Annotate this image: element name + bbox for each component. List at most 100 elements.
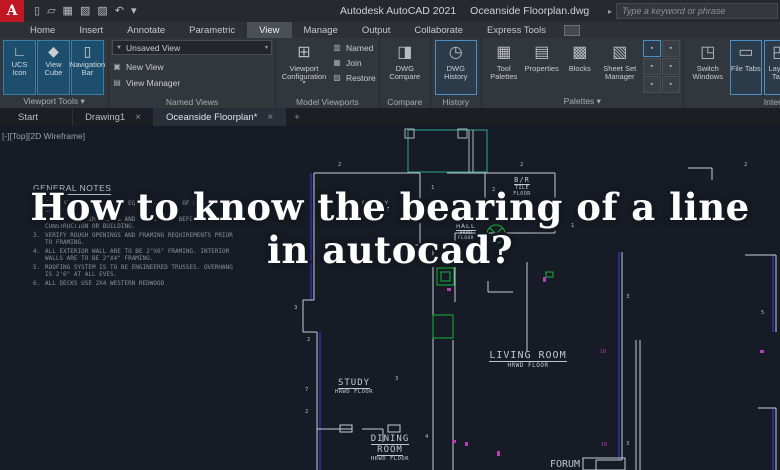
room-label-living-room: LIVING ROOM HRWD FLOOR: [486, 350, 570, 369]
tab-home[interactable]: Home: [18, 22, 67, 38]
save-icon[interactable]: ▦: [63, 0, 73, 22]
ucs-icon-label: UCS Icon: [4, 61, 35, 77]
tab-express-tools[interactable]: Express Tools: [475, 22, 558, 38]
view-manager-button[interactable]: ▤ View Manager: [112, 75, 272, 90]
blocks-button[interactable]: ▩ Blocks: [562, 40, 598, 95]
named-viewport-icon: ▥: [332, 43, 342, 52]
layout-tabs-button[interactable]: ◰ Layout Tabs: [764, 40, 780, 95]
view-cube-button[interactable]: ◆ View Cube: [37, 40, 70, 95]
ribbon-tab-bar: Home Insert Annotate Parametric View Man…: [0, 22, 780, 38]
panel-named-views: ▼ Unsaved View ▾ ▣ New View ▤ View Manag…: [109, 38, 276, 108]
dwg-history-button[interactable]: ◷ DWG History: [435, 40, 477, 95]
search-expand-icon[interactable]: ▸: [608, 7, 612, 16]
palette-mini-icon[interactable]: ▪: [643, 40, 661, 57]
panel-label-palettes[interactable]: Palettes ▾: [482, 96, 683, 107]
panel-label-compare: Compare: [380, 97, 430, 107]
tab-annotate[interactable]: Annotate: [115, 22, 177, 38]
dimension-text-magenta: 10: [600, 349, 606, 355]
search-input[interactable]: [616, 3, 778, 19]
panel-label-history: History: [431, 97, 481, 107]
viewport-controls[interactable]: [-][Top][2D Wireframe]: [2, 131, 85, 141]
room-label-study: STUDY HRWD FLOOR: [322, 378, 386, 395]
close-icon[interactable]: ×: [135, 112, 141, 123]
switch-windows-label: Switch Windows: [689, 65, 727, 81]
dwg-compare-label: DWG Compare: [385, 65, 425, 81]
app-title: Autodesk AutoCAD 2021: [340, 5, 456, 17]
palette-mini-icon[interactable]: ▪: [662, 58, 680, 75]
autocad-logo-icon[interactable]: A: [0, 0, 24, 22]
file-tab-drawing1[interactable]: Drawing1 ×: [73, 108, 154, 126]
redo-icon[interactable]: ↷: [34, 0, 37, 22]
document-title: Oceanside Floorplan.dwg: [470, 5, 589, 17]
open-file-icon[interactable]: ▱: [47, 0, 55, 22]
panel-viewport-tools: ∟ UCS Icon ◆ View Cube ▯ Navigation Bar …: [0, 38, 109, 108]
chevron-down-icon: ▾: [265, 44, 268, 51]
new-view-icon: ▣: [112, 62, 122, 71]
dwg-history-icon: ◷: [449, 41, 463, 65]
panel-compare: ◨ DWG Compare Compare: [380, 38, 431, 108]
customize-qat-icon[interactable]: ▾: [131, 0, 137, 22]
new-view-button[interactable]: ▣ New View: [112, 59, 272, 74]
navigation-bar-button[interactable]: ▯ Navigation Bar: [71, 40, 104, 95]
dwg-compare-icon: ◨: [397, 41, 412, 65]
palette-mini-icon[interactable]: ▪: [662, 40, 680, 57]
restore-viewport-button[interactable]: ▧ Restore: [332, 70, 376, 85]
ribbon: ∟ UCS Icon ◆ View Cube ▯ Navigation Bar …: [0, 38, 780, 108]
tab-insert[interactable]: Insert: [67, 22, 115, 38]
autocad-window: A ▯ ▱ ▦ ▧ ▨ ↶ ↷ ▾ Autodesk AutoCAD 2021 …: [0, 0, 780, 470]
switch-windows-button[interactable]: ◳ Switch Windows: [688, 40, 728, 95]
sheet-set-manager-button[interactable]: ▧ Sheet Set Manager: [600, 40, 640, 95]
file-tab-start[interactable]: Start: [0, 108, 73, 126]
file-tabs-label: File Tabs: [731, 65, 761, 73]
overlay-title-line1: How to know the bearing of a line: [0, 186, 780, 229]
overlay-title: How to know the bearing of a line in aut…: [0, 186, 780, 272]
dwg-history-label: DWG History: [436, 65, 476, 81]
drawing-canvas[interactable]: [-][Top][2D Wireframe] GENERAL NOTES 1.F…: [0, 126, 780, 470]
palette-mini-icon[interactable]: ▪: [643, 76, 661, 93]
tool-palettes-button[interactable]: ▦ Tool Palettes: [486, 40, 522, 95]
help-search: ▸: [608, 3, 778, 19]
tab-manage[interactable]: Manage: [292, 22, 350, 38]
close-icon[interactable]: ×: [267, 112, 273, 123]
named-viewport-button[interactable]: ▥ Named: [332, 40, 376, 55]
properties-button[interactable]: ▤ Properties: [524, 40, 560, 95]
palette-mini-icon[interactable]: ▪: [643, 58, 661, 75]
new-drawing-tab-button[interactable]: +: [286, 108, 308, 126]
undo-icon[interactable]: ↶: [115, 0, 124, 22]
panel-model-viewports: ⊞ Viewport Configuration ▾ ▥ Named ▦ Joi…: [276, 38, 380, 108]
join-viewport-button[interactable]: ▦ Join: [332, 55, 376, 70]
viewport-configuration-label: Viewport Configuration: [281, 65, 327, 81]
tab-collaborate[interactable]: Collaborate: [402, 22, 475, 38]
dwg-compare-button[interactable]: ◨ DWG Compare: [384, 40, 426, 95]
navigation-bar-icon: ▯: [84, 41, 92, 61]
room-label-dining-room: DINING ROOM HRWD FLOOR: [358, 434, 422, 462]
viewport-configuration-button[interactable]: ⊞ Viewport Configuration ▾: [280, 40, 328, 95]
tab-parametric[interactable]: Parametric: [177, 22, 247, 38]
join-viewport-label: Join: [346, 58, 362, 68]
dimension-text: 2: [744, 162, 747, 168]
save-as-icon[interactable]: ▧: [80, 0, 90, 22]
named-viewport-label: Named: [346, 43, 373, 53]
tool-palettes-icon: ▦: [496, 41, 511, 65]
panel-label-named-views: Named Views: [109, 97, 275, 107]
view-state-dropdown[interactable]: ▼ Unsaved View ▾: [112, 40, 272, 55]
file-tab-oceanside-floorplan[interactable]: Oceanside Floorplan* ×: [154, 108, 286, 126]
blocks-label: Blocks: [569, 65, 591, 73]
room-label-forum: FORUM: [541, 459, 589, 470]
ribbon-options-icon[interactable]: [564, 25, 580, 36]
file-tabs-button[interactable]: ▭ File Tabs: [730, 40, 762, 95]
panel-history: ◷ DWG History History: [431, 38, 482, 108]
panel-label-viewport-tools[interactable]: Viewport Tools ▾: [0, 96, 108, 107]
tab-view[interactable]: View: [247, 22, 291, 38]
properties-label: Properties: [525, 65, 559, 73]
plot-icon[interactable]: ▨: [97, 0, 107, 22]
ucs-icon-button[interactable]: ∟ UCS Icon: [3, 40, 36, 95]
palette-mini-icon[interactable]: ▪: [662, 76, 680, 93]
file-tabs-icon: ▭: [738, 41, 753, 65]
file-tab-label: Drawing1: [85, 112, 125, 123]
dimension-text: 2: [338, 162, 341, 168]
tab-output[interactable]: Output: [350, 22, 403, 38]
quick-access-toolbar: ▯ ▱ ▦ ▧ ▨ ↶ ↷ ▾: [34, 0, 137, 22]
title-bar: A ▯ ▱ ▦ ▧ ▨ ↶ ↷ ▾ Autodesk AutoCAD 2021 …: [0, 0, 780, 22]
window-title: Autodesk AutoCAD 2021 Oceanside Floorpla…: [340, 0, 589, 22]
